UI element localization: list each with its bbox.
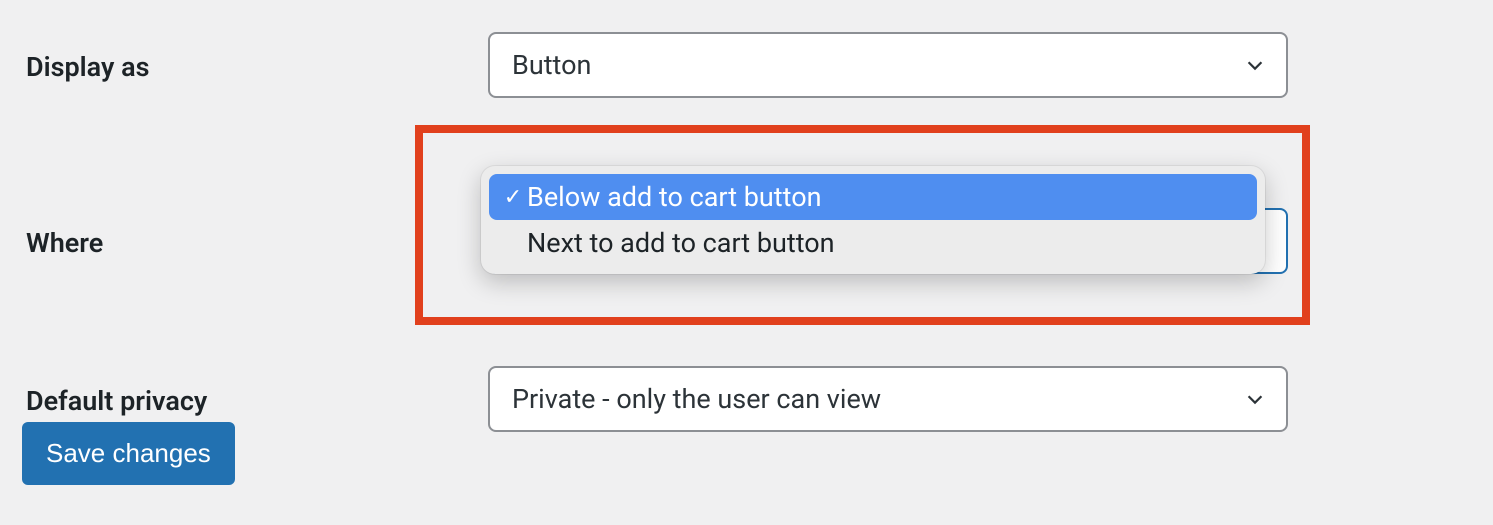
label-display-as: Display as: [0, 32, 488, 85]
save-row: Save changes: [22, 422, 235, 485]
dropdown-option-below-add-to-cart[interactable]: ✓ Below add to cart button: [489, 174, 1257, 220]
dropdown-option-label: Below add to cart button: [527, 181, 822, 213]
check-icon: ✓: [499, 185, 527, 210]
dropdown-option-label: Next to add to cart button: [527, 227, 835, 259]
dropdown-where-options: ✓ Below add to cart button Next to add t…: [481, 166, 1265, 274]
field-display-as: Button: [488, 32, 1493, 98]
chevron-down-icon: [1242, 386, 1268, 412]
select-display-as[interactable]: Button: [488, 32, 1288, 98]
field-default-privacy: Private - only the user can view: [488, 366, 1493, 432]
row-default-privacy: Default privacy Private - only the user …: [0, 274, 1493, 432]
chevron-down-icon: [1242, 52, 1268, 78]
label-where: Where: [0, 208, 488, 261]
label-default-privacy: Default privacy: [0, 366, 488, 419]
select-default-privacy[interactable]: Private - only the user can view: [488, 366, 1288, 432]
select-default-privacy-value: Private - only the user can view: [512, 383, 881, 415]
row-display-as: Display as Button: [0, 0, 1493, 98]
save-changes-button[interactable]: Save changes: [22, 422, 235, 485]
dropdown-option-next-to-add-to-cart[interactable]: Next to add to cart button: [489, 220, 1257, 266]
select-display-as-value: Button: [512, 49, 591, 81]
